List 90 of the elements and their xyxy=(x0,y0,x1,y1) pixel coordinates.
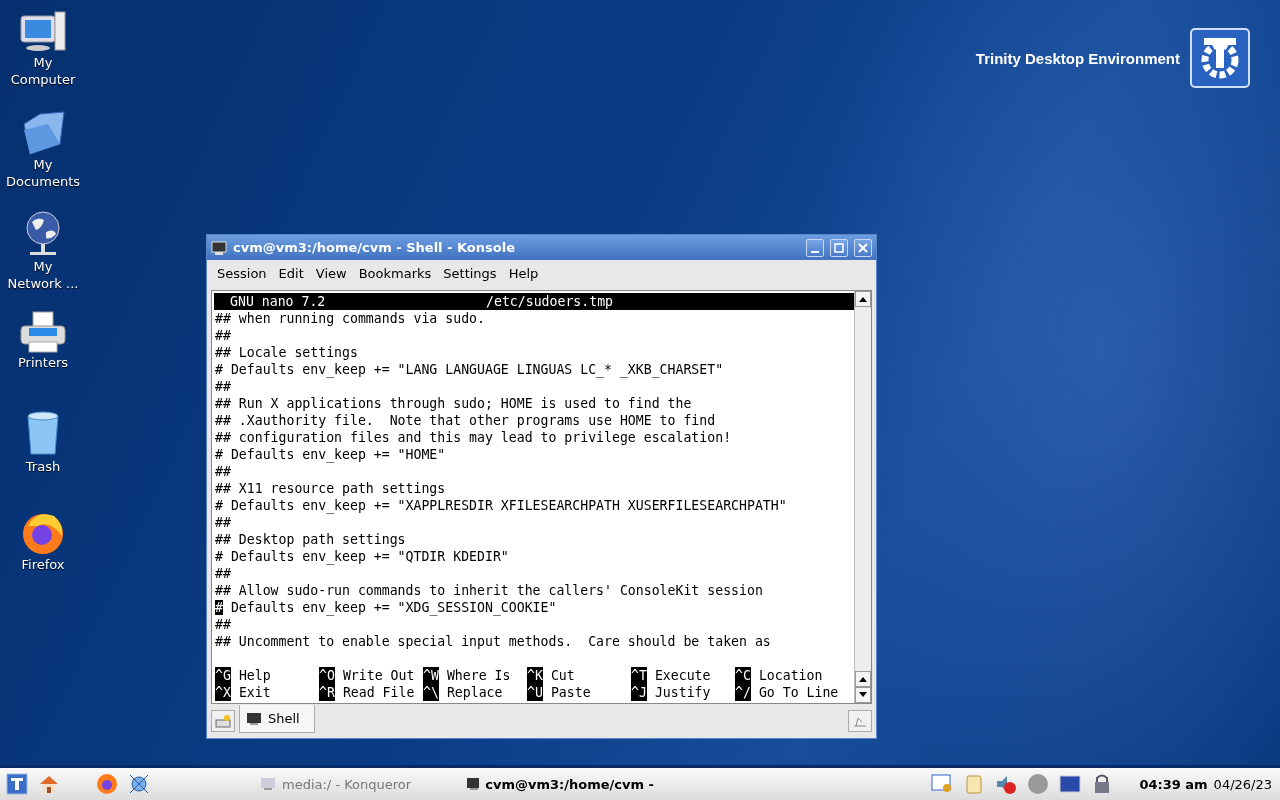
gear-logo-icon xyxy=(1190,28,1250,88)
terminal-line: ## .Xauthority file. Note that other programs use HOME to find xyxy=(215,412,717,429)
window-icon xyxy=(466,777,480,791)
menu-item[interactable]: Help xyxy=(502,265,545,281)
shortcut-label: Go To Line xyxy=(758,684,839,701)
menu-item[interactable]: View xyxy=(309,265,353,281)
maximize-icon xyxy=(834,242,844,253)
window-icon xyxy=(260,777,276,791)
terminal-icon xyxy=(246,711,262,726)
terminal-line: # Defaults env_keep += "XAPPLRESDIR XFILESEARCHPATH XUSERFILESEARCHPATH" xyxy=(215,497,788,514)
terminal-icon[interactable] xyxy=(211,239,227,256)
shortcut-key: ^R xyxy=(319,684,335,701)
terminal-line: ## xyxy=(215,565,232,582)
taskbar-task[interactable]: cvm@vm3:/home/cvm - xyxy=(460,775,660,793)
up-arrow-icon xyxy=(859,296,867,302)
desktop-icon-label[interactable]: Printers xyxy=(18,354,68,371)
menu-item[interactable]: Bookmarks xyxy=(352,265,438,281)
shortcut-label: Where Is xyxy=(446,667,511,684)
window-title: cvm@vm3:/home/cvm - Shell - Konsole xyxy=(233,240,516,255)
shortcut-label: Cut xyxy=(550,667,575,684)
scrollbar[interactable] xyxy=(854,291,871,703)
logo-text: Trinity Desktop Environment xyxy=(975,49,1180,67)
shortcut-label: Help xyxy=(238,667,271,684)
shortcut-label: Exit xyxy=(238,684,271,701)
shortcut-key: ^C xyxy=(735,667,751,684)
terminal-line: ## Uncomment to enable special input methods. Care should be taken as xyxy=(215,633,772,650)
terminal-line: ## xyxy=(215,378,232,395)
terminal-line: ## when running commands via sudo. xyxy=(215,310,486,327)
shortcut-key: ^W xyxy=(423,667,439,684)
tab[interactable]: Shell xyxy=(239,705,315,733)
desktop-icon-label[interactable]: Firefox xyxy=(21,556,65,573)
terminal-line: # Defaults env_keep += "XDG_SESSION_COOKIE" xyxy=(215,599,558,616)
new-tab-icon xyxy=(215,714,231,728)
terminal-line: # Defaults env_keep += "QTDIR KDEDIR" xyxy=(215,548,510,565)
shortcut-label: Read File xyxy=(342,684,415,701)
desktop-icon-label[interactable]: My Network ... xyxy=(7,258,79,292)
scroll-up-button[interactable] xyxy=(855,671,871,687)
close-icon xyxy=(858,242,868,253)
editor-version: GNU nano 7.2 xyxy=(229,293,327,310)
shortcut-label: Replace xyxy=(446,684,503,701)
terminal-line: ## xyxy=(215,616,232,633)
terminal-line: ## xyxy=(215,463,232,480)
trash-icon xyxy=(25,410,61,458)
scroll-down-button[interactable] xyxy=(855,687,871,703)
minimize-icon xyxy=(811,250,819,253)
file-name: /etc/sudoers.tmp xyxy=(486,293,614,310)
computer-icon xyxy=(19,10,67,54)
terminal-line: ## X11 resource path settings xyxy=(215,480,447,497)
taskbar-task[interactable]: media:/ - Konqueror xyxy=(254,775,454,793)
shortcut-key: ^U xyxy=(527,684,543,701)
shortcut-key: ^G xyxy=(215,667,231,684)
terminal-line: # Defaults env_keep += "LANG LANGUAGE LINGUAS LC_* _XKB_CHARSET" xyxy=(215,361,725,378)
shortcut-key: ^/ xyxy=(735,684,751,701)
scroll-up-button[interactable] xyxy=(855,291,871,307)
shortcut-key: ^J xyxy=(631,684,647,701)
terminal-line: ## Allow sudo-run commands to inherit the callers' ConsoleKit session xyxy=(215,582,764,599)
shortcut-label: Paste xyxy=(550,684,591,701)
clock-date[interactable]: 04/26/23 xyxy=(1213,776,1272,792)
maximize-button[interactable] xyxy=(830,238,848,257)
terminal-line: ## xyxy=(215,327,232,344)
desktop-icon-label[interactable]: Trash xyxy=(25,458,61,475)
menu-item[interactable]: Edit xyxy=(272,265,310,281)
shortcut-key: ^\ xyxy=(423,684,439,701)
terminal-line: ## xyxy=(215,514,232,531)
terminal-line: ## Locale settings xyxy=(215,344,359,361)
menu-item[interactable]: Settings xyxy=(437,265,503,281)
firefox-icon[interactable] xyxy=(94,771,120,797)
shortcut-label: Location xyxy=(758,667,823,684)
clock-time[interactable]: 04:39 am xyxy=(1139,776,1208,792)
terminal-line: ## Run X applications through sudo; HOME is used to find the xyxy=(215,395,693,412)
up-arrow-icon xyxy=(859,676,867,682)
shortcut-label: Justify xyxy=(654,684,711,701)
close-button[interactable] xyxy=(854,238,872,257)
folder-icon xyxy=(20,110,66,156)
shortcut-key: ^X xyxy=(215,684,231,701)
desktop-icon-label[interactable]: My Documents xyxy=(5,156,81,190)
shortcut-label: Write Out xyxy=(342,667,415,684)
terminal-line: # Defaults env_keep += "HOME" xyxy=(215,446,447,463)
minimize-button[interactable] xyxy=(806,238,824,257)
start-menu-button[interactable] xyxy=(4,771,30,797)
shortcut-label: Execute xyxy=(654,667,711,684)
terminal-line: ## Desktop path settings xyxy=(215,531,407,548)
printer-icon xyxy=(19,310,67,354)
desktop-icon-label[interactable]: My Computer xyxy=(10,54,76,88)
shortcut-key: ^T xyxy=(631,667,647,684)
down-arrow-icon xyxy=(859,692,867,698)
shortcut-key: ^K xyxy=(527,667,543,684)
menu-item[interactable]: Session xyxy=(211,265,273,281)
terminal-line: ## configuration files and this may lead to privilege escalation! xyxy=(215,429,733,446)
shortcut-key: ^O xyxy=(319,667,335,684)
